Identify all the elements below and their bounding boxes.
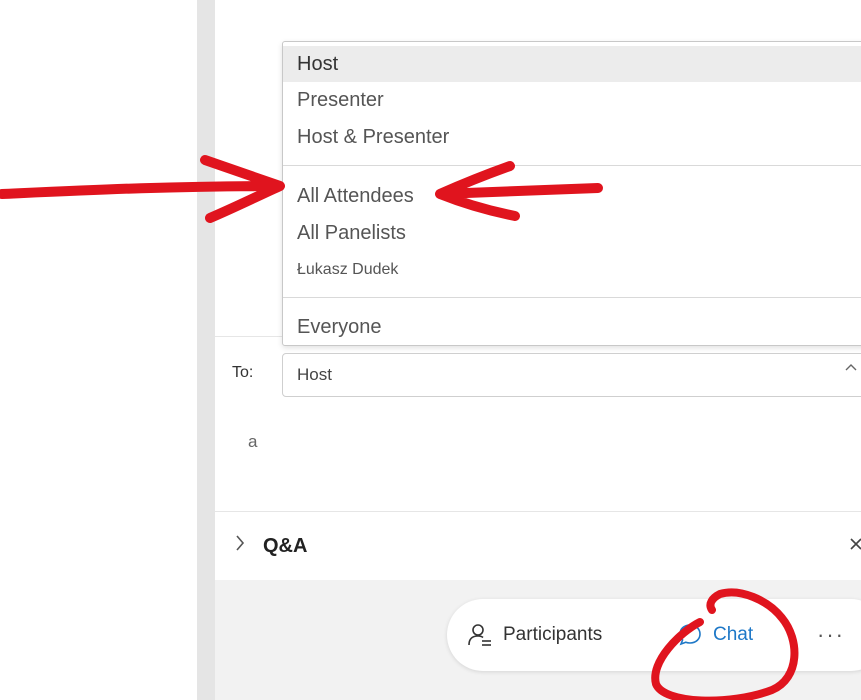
recipient-select[interactable]: Host: [282, 353, 861, 397]
message-input[interactable]: a: [248, 432, 257, 452]
option-lukasz-dudek[interactable]: Łukasz Dudek: [283, 252, 861, 288]
option-host-and-presenter[interactable]: Host & Presenter: [283, 119, 861, 155]
to-label: To:: [232, 364, 254, 381]
chat-button[interactable]: Chat: [677, 599, 753, 671]
option-host[interactable]: Host: [283, 46, 861, 82]
bottom-toolbar: Participants Chat ···: [447, 599, 861, 671]
option-presenter[interactable]: Presenter: [283, 82, 861, 118]
option-everyone[interactable]: Everyone: [283, 309, 861, 345]
chevron-up-icon: [843, 360, 859, 381]
recipient-dropdown-list: Host Presenter Host & Presenter All Atte…: [282, 41, 861, 346]
close-icon[interactable]: [849, 534, 861, 557]
participants-button[interactable]: Participants: [467, 599, 602, 671]
participants-label: Participants: [503, 624, 603, 645]
recipient-select-value: Host: [297, 365, 332, 384]
option-all-panelists[interactable]: All Panelists: [283, 215, 861, 251]
chevron-right-icon: [233, 532, 247, 560]
dropdown-divider: [283, 297, 861, 298]
chat-bubble-icon: [679, 624, 701, 646]
qa-section-header[interactable]: Q&A: [215, 512, 861, 580]
option-all-attendees[interactable]: All Attendees: [283, 178, 861, 214]
chat-panel: Host Presenter Host & Presenter All Atte…: [215, 0, 861, 580]
chat-label: Chat: [713, 624, 754, 645]
more-icon[interactable]: ···: [817, 599, 845, 671]
panel-left-border: [197, 0, 215, 700]
participants-icon: [468, 624, 491, 646]
qa-title: Q&A: [263, 535, 308, 557]
dropdown-divider: [283, 165, 861, 166]
